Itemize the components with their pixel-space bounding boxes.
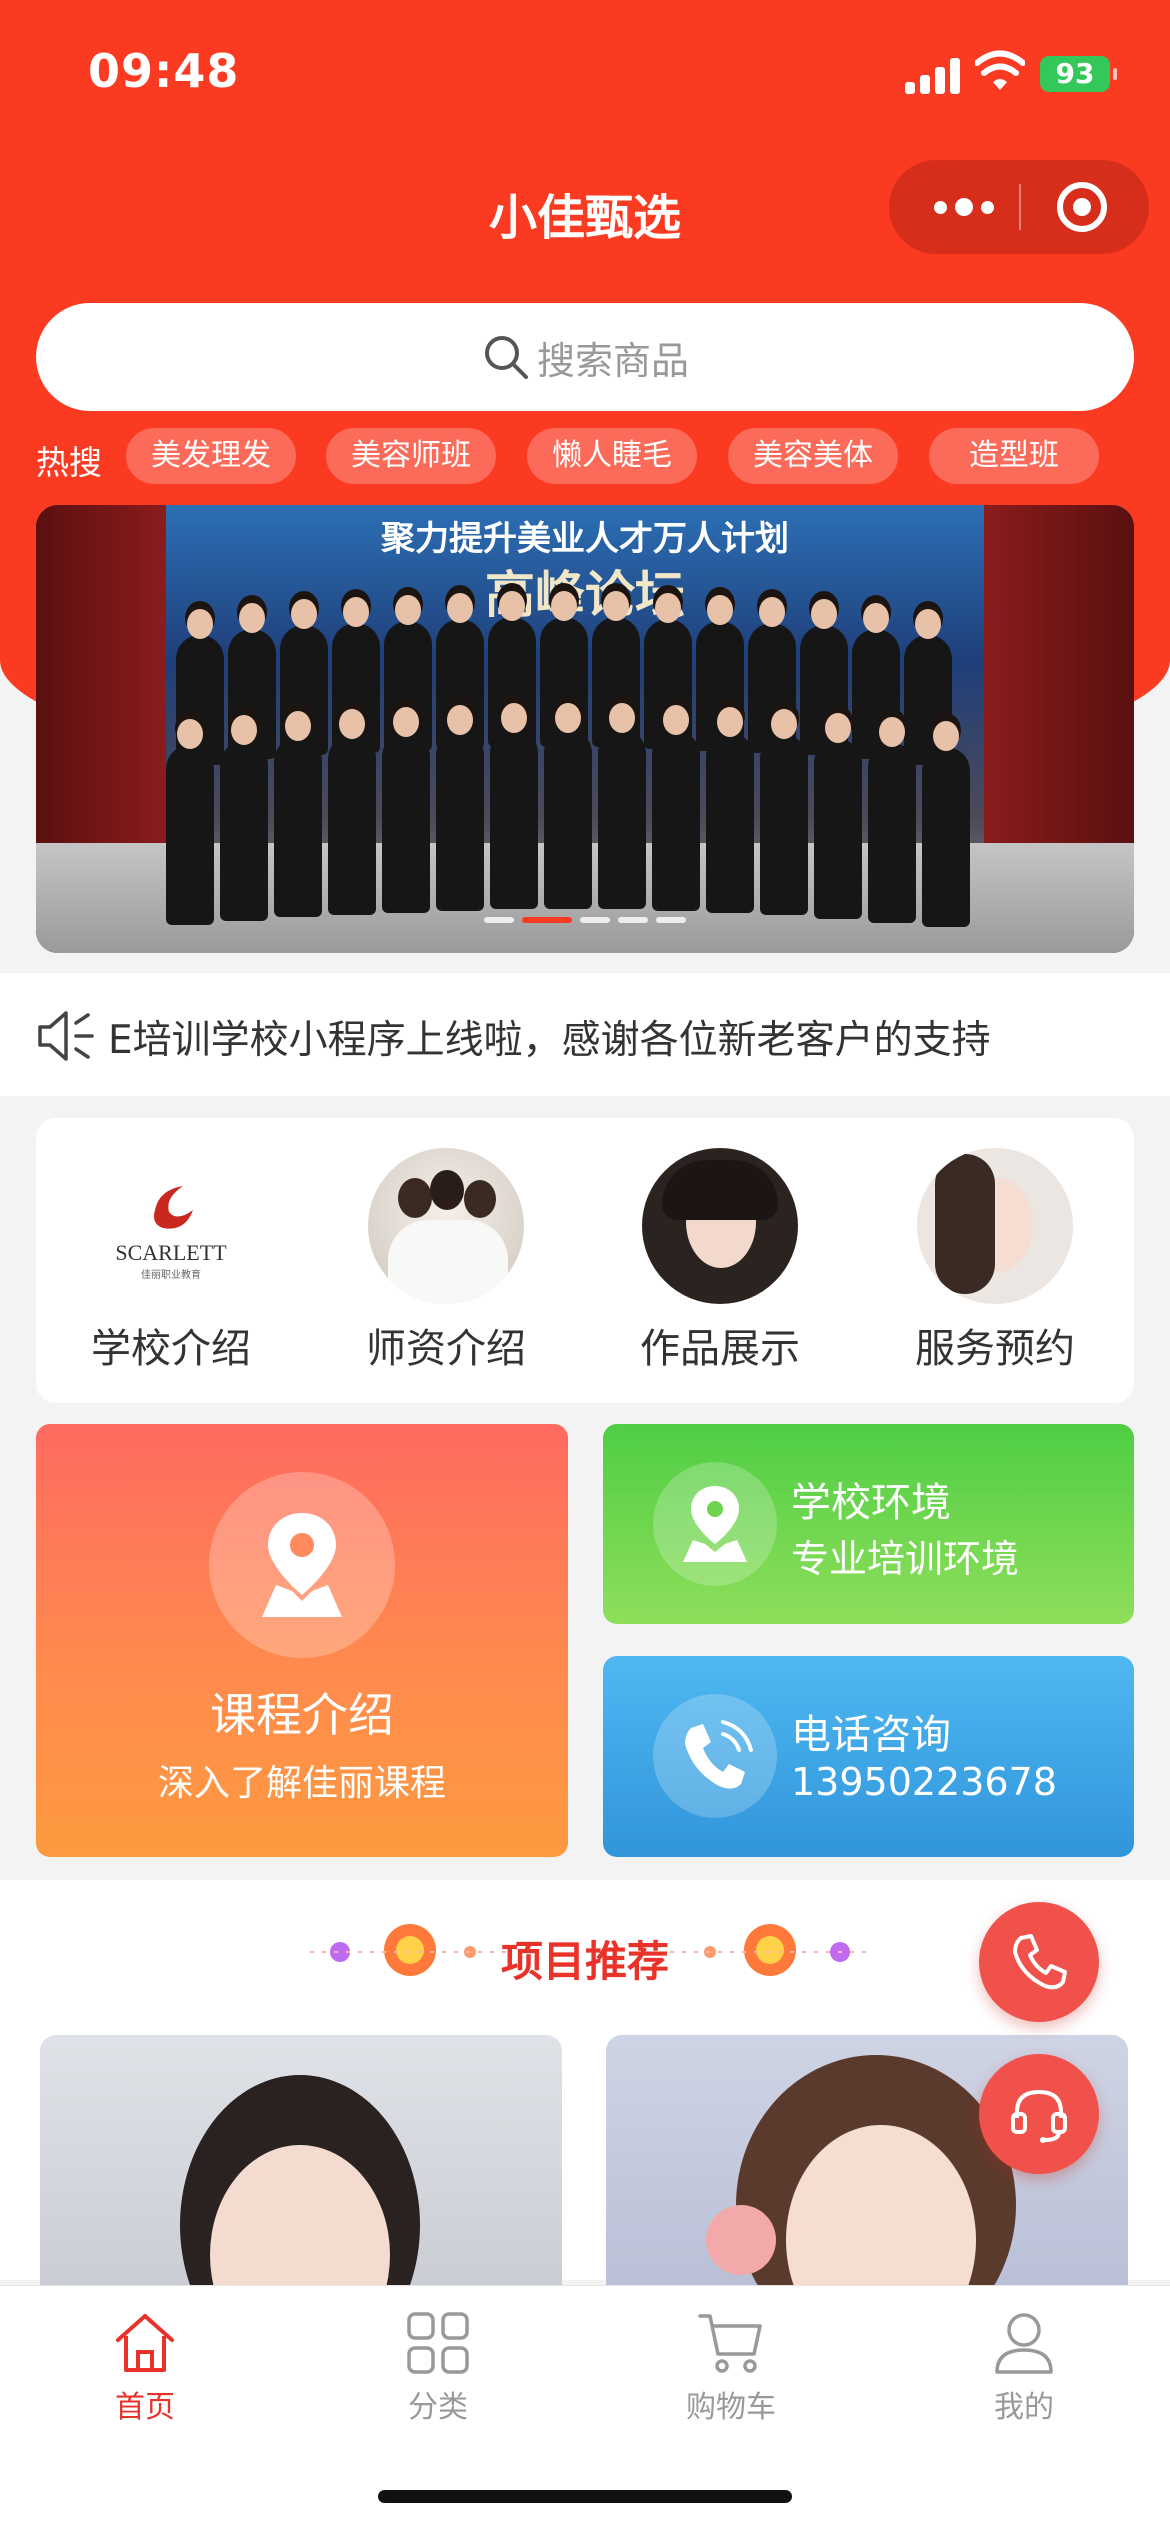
notice-bar[interactable]: E培训学校小程序上线啦，感谢各位新老客户的支持 — [0, 973, 1170, 1096]
floating-service-button[interactable] — [979, 2054, 1099, 2174]
tab-label: 分类 — [408, 2390, 468, 2425]
more-menu-icon[interactable] — [919, 160, 1009, 254]
search-icon — [484, 336, 528, 379]
carousel-dot[interactable] — [580, 917, 610, 923]
teachers-photo — [368, 1148, 524, 1304]
search-placeholder: 搜索商品 — [536, 338, 689, 383]
speaker-icon — [38, 1011, 94, 1061]
decoration-icon — [670, 1924, 870, 1976]
hot-search-label: 热搜 — [36, 443, 102, 482]
tab-cart[interactable]: 购物车 — [631, 2308, 831, 2426]
status-bar: 09:48 93 — [0, 0, 1170, 140]
phone-icon — [653, 1694, 777, 1818]
school-environment-card[interactable]: 学校环境 专业培训环境 — [603, 1424, 1134, 1624]
map-pin-icon — [209, 1472, 395, 1658]
hot-tag[interactable]: 美容美体 — [728, 428, 898, 484]
capsule-divider — [1019, 184, 1021, 230]
phone-number: 13950223678 — [791, 1760, 1057, 1804]
home-indicator — [378, 2490, 792, 2503]
tab-label: 我的 — [994, 2390, 1054, 2425]
works-photo — [642, 1148, 798, 1304]
banner-carousel[interactable]: 聚力提升美业人才万人计划 高峰论坛 — [36, 505, 1134, 953]
feature-teachers[interactable]: 师资介绍 — [366, 1148, 526, 1374]
phone-consult-title: 电话咨询 — [791, 1712, 951, 1758]
carousel-dot[interactable] — [656, 917, 686, 923]
feature-label: 服务预约 — [915, 1326, 1075, 1372]
group-photo — [166, 591, 986, 935]
hot-tag[interactable]: 造型班 — [929, 428, 1099, 484]
cart-icon — [698, 2314, 762, 2373]
status-time: 09:48 — [88, 44, 240, 98]
search-input[interactable]: 搜索商品 — [36, 303, 1134, 411]
rose-image — [706, 2205, 776, 2275]
product-card[interactable] — [40, 2035, 562, 2295]
feature-label: 学校介绍 — [91, 1326, 251, 1372]
hot-tag[interactable]: 美容师班 — [326, 428, 496, 484]
tab-label: 购物车 — [686, 2390, 776, 2425]
course-intro-title: 课程介绍 — [210, 1688, 394, 1742]
carousel-dot[interactable] — [484, 917, 514, 923]
carousel-dot[interactable] — [522, 917, 572, 923]
headset-icon — [1011, 2089, 1067, 2143]
carousel-dot[interactable] — [618, 917, 648, 923]
feature-booking[interactable]: 服务预约 — [915, 1148, 1075, 1374]
school-environment-title: 学校环境 — [791, 1480, 951, 1526]
map-pin-icon — [653, 1462, 777, 1586]
tab-profile[interactable]: 我的 — [924, 2308, 1124, 2426]
carousel-indicator — [36, 917, 1134, 923]
tab-category[interactable]: 分类 — [338, 2308, 538, 2426]
feature-school-intro[interactable]: SCARLETT 佳丽职业教育 学校介绍 — [91, 1148, 251, 1374]
battery-icon: 93 — [1040, 56, 1117, 92]
tab-home[interactable]: 首页 — [45, 2308, 245, 2426]
floating-call-button[interactable] — [979, 1902, 1099, 2022]
cellular-signal-icon — [905, 58, 961, 94]
tab-label: 首页 — [115, 2390, 175, 2425]
hot-tag[interactable]: 懒人睫毛 — [527, 428, 697, 484]
grid-icon — [407, 2312, 469, 2374]
notice-text: E培训学校小程序上线啦，感谢各位新老客户的支持 — [108, 1018, 991, 1063]
booking-photo — [917, 1148, 1073, 1304]
school-environment-subtitle: 专业培训环境 — [791, 1537, 1020, 1581]
close-target-icon[interactable] — [1057, 182, 1107, 232]
school-logo-text: SCARLETT — [115, 1240, 227, 1265]
course-intro-subtitle: 深入了解佳丽课程 — [157, 1763, 446, 1804]
feature-works[interactable]: 作品展示 — [640, 1148, 800, 1374]
mini-program-capsule — [889, 160, 1149, 254]
banner-headline: 聚力提升美业人才万人计划 — [381, 519, 789, 559]
feature-label: 作品展示 — [640, 1326, 800, 1372]
feature-label: 师资介绍 — [366, 1326, 526, 1372]
school-logo-subtext: 佳丽职业教育 — [141, 1270, 201, 1281]
phone-consult-card[interactable]: 电话咨询 13950223678 — [603, 1656, 1134, 1857]
feature-grid: SCARLETT 佳丽职业教育 学校介绍 师资介绍 作品展示 服务预约 — [36, 1118, 1134, 1403]
hot-tag[interactable]: 美发理发 — [126, 428, 296, 484]
home-icon — [116, 2314, 174, 2372]
school-logo: SCARLETT 佳丽职业教育 — [93, 1148, 249, 1304]
course-intro-card[interactable]: 课程介绍 深入了解佳丽课程 — [36, 1424, 568, 1857]
phone-icon — [1013, 1934, 1067, 1990]
user-icon — [995, 2313, 1053, 2374]
wifi-icon — [975, 50, 1025, 90]
